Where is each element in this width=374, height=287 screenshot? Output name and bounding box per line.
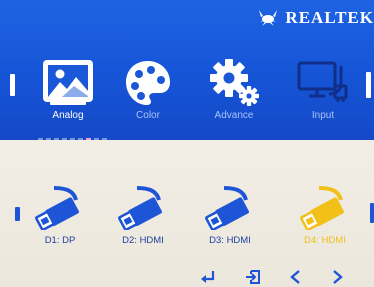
gear-icon xyxy=(210,59,259,106)
cable-plug-icon xyxy=(118,186,162,231)
input-item-d3[interactable]: D3: HDMI xyxy=(195,186,265,246)
osd-menu: REALTEK Analog Color Advance Input D1: D… xyxy=(0,0,374,287)
menu-item-label: Color xyxy=(136,110,160,121)
cable-plug-icon xyxy=(300,186,344,231)
input-source-icon xyxy=(297,61,348,102)
brand: REALTEK xyxy=(256,8,374,28)
menu-prev-arrow[interactable] xyxy=(10,74,15,96)
menu-item-input[interactable]: Input xyxy=(285,58,361,121)
menu-item-label: Analog xyxy=(52,110,84,121)
input-item-d4[interactable]: D4: HDMI xyxy=(290,186,360,246)
menu-item-analog[interactable]: Analog xyxy=(30,58,106,121)
input-prev-arrow[interactable] xyxy=(15,207,20,221)
enter-icon[interactable] xyxy=(200,270,216,284)
menu-next-arrow[interactable] xyxy=(366,72,371,98)
exit-icon[interactable] xyxy=(245,270,261,284)
menu-item-advance[interactable]: Advance xyxy=(196,58,272,121)
cable-plug-icon xyxy=(205,186,249,231)
input-item-d1[interactable]: D1: DP xyxy=(25,186,95,246)
cable-plug-icon xyxy=(35,186,79,231)
menu-item-color[interactable]: Color xyxy=(110,58,186,121)
input-item-label: D2: HDMI xyxy=(122,235,164,246)
input-item-d2[interactable]: D2: HDMI xyxy=(108,186,178,246)
chevron-left-icon[interactable] xyxy=(289,270,301,284)
menu-item-label: Advance xyxy=(214,110,254,121)
image-icon xyxy=(43,60,93,105)
input-item-label: D1: DP xyxy=(44,235,76,246)
input-item-label: D3: HDMI xyxy=(209,235,251,246)
main-menu-bar: REALTEK Analog Color Advance Input xyxy=(0,0,374,140)
input-next-arrow[interactable] xyxy=(370,203,374,223)
chevron-right-icon[interactable] xyxy=(332,270,344,284)
brand-name: REALTEK xyxy=(285,8,374,27)
menu-item-label: Input xyxy=(311,110,335,121)
input-item-label: D4: HDMI xyxy=(304,235,346,246)
crab-logo-icon xyxy=(259,10,278,26)
palette-icon xyxy=(126,61,170,105)
